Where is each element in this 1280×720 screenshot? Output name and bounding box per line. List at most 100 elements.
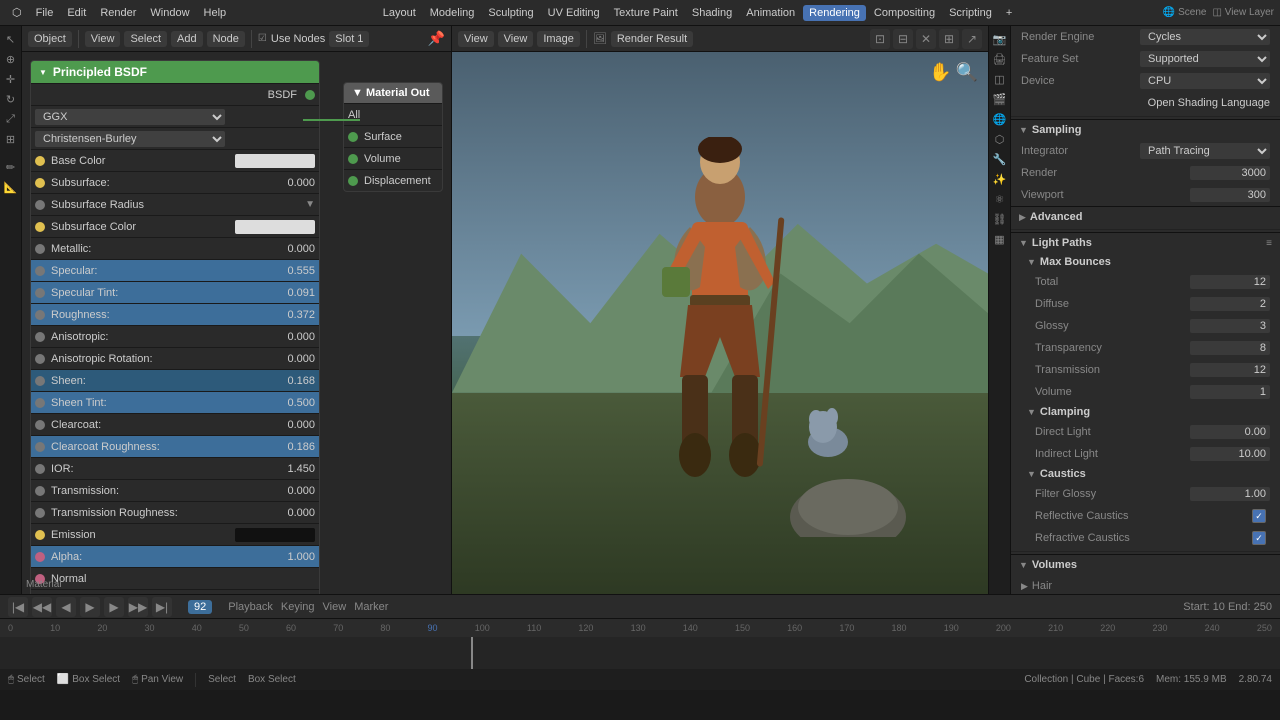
checkbox-use-nodes[interactable]: ☑ xyxy=(258,33,267,44)
select-btn[interactable]: Select xyxy=(124,31,167,47)
frame-start[interactable]: 10 xyxy=(1213,601,1225,613)
tab-shading[interactable]: Shading xyxy=(686,5,738,21)
scene-icon[interactable]: 🎬 xyxy=(991,90,1009,108)
diffuse-input[interactable] xyxy=(1190,297,1270,311)
tool-transform[interactable]: ⊞ xyxy=(2,130,20,148)
menu-edit[interactable]: Edit xyxy=(61,5,92,21)
direct-light-input[interactable] xyxy=(1190,425,1270,439)
slot-btn[interactable]: Slot 1 xyxy=(329,31,369,47)
tab-rendering[interactable]: Rendering xyxy=(803,5,866,21)
tab-add[interactable]: + xyxy=(1000,5,1018,21)
timeline-prev-frame[interactable]: ◀ xyxy=(56,597,76,617)
reflective-caustics-checkbox[interactable]: ✓ xyxy=(1252,509,1266,523)
max-bounces-header[interactable]: ▼ Max Bounces xyxy=(1011,253,1280,271)
viewport-view2[interactable]: View xyxy=(498,31,534,47)
indirect-light-input[interactable] xyxy=(1190,447,1270,461)
viewport-btn2[interactable]: ⊟ xyxy=(893,29,913,49)
object-icon[interactable]: ⬡ xyxy=(991,130,1009,148)
material-output-node[interactable]: ▼ Material Out All Surface Volume Displa… xyxy=(343,82,443,192)
physics-icon[interactable]: ⚛ xyxy=(991,190,1009,208)
tool-move[interactable]: ✛ xyxy=(2,70,20,88)
alpha-value[interactable]: 1.000 xyxy=(265,551,315,563)
tab-modeling[interactable]: Modeling xyxy=(424,5,481,21)
specular-value[interactable]: 0.555 xyxy=(265,265,315,277)
timeline-play[interactable]: ▶ xyxy=(80,597,100,617)
pin-icon[interactable]: 📌 xyxy=(428,30,445,47)
tab-scripting[interactable]: Scripting xyxy=(943,5,998,21)
keying-label[interactable]: Keying xyxy=(281,601,315,613)
tool-rotate[interactable]: ↻ xyxy=(2,90,20,108)
timeline-prev-key[interactable]: ◀◀ xyxy=(32,597,52,617)
current-frame[interactable]: 92 xyxy=(188,600,212,614)
object-dropdown[interactable]: Object xyxy=(28,31,72,47)
principled-bsdf-node[interactable]: ▼ Principled BSDF BSDF GGX Chri xyxy=(30,60,320,594)
timeline-track-area[interactable]: 0 10 20 30 40 50 60 70 80 90 100 110 120… xyxy=(0,618,1280,668)
subsurface-value[interactable]: 0.000 xyxy=(265,177,315,189)
render-samples-input[interactable]: 3000 xyxy=(1190,166,1270,180)
roughness-value[interactable]: 0.372 xyxy=(265,309,315,321)
blender-icon[interactable]: ⬡ xyxy=(6,4,28,21)
distribution-dropdown[interactable]: GGX xyxy=(35,109,225,125)
subsurface-color-swatch[interactable] xyxy=(235,220,315,234)
viewport-3d[interactable]: View View Image 🖼 Render Result ⊡ ⊟ ✕ ⊞ … xyxy=(452,26,988,594)
node-btn[interactable]: Node xyxy=(207,31,245,47)
advanced-header[interactable]: ▶ Advanced xyxy=(1011,206,1280,227)
volumes-header[interactable]: ▼ Volumes xyxy=(1011,554,1280,575)
anisotropic-value[interactable]: 0.000 xyxy=(265,331,315,343)
total-input[interactable] xyxy=(1190,275,1270,289)
subsurface-method-dropdown[interactable]: Christensen-Burley xyxy=(35,131,225,147)
light-paths-header[interactable]: ▼ Light Paths ≡ xyxy=(1011,232,1280,253)
viewport-btn3[interactable]: ✕ xyxy=(916,29,936,49)
zoom-icon[interactable]: 🔍 xyxy=(956,62,978,83)
refractive-caustics-checkbox[interactable]: ✓ xyxy=(1252,531,1266,545)
constraints-icon[interactable]: ⛓ xyxy=(991,210,1009,228)
anisotropic-rotation-value[interactable]: 0.000 xyxy=(265,353,315,365)
timeline-jump-start[interactable]: |◀ xyxy=(8,597,28,617)
playback-label[interactable]: Playback xyxy=(228,601,273,613)
transparency-input[interactable] xyxy=(1190,341,1270,355)
hand-icon[interactable]: ✋ xyxy=(929,62,951,83)
caustics-header[interactable]: ▼ Caustics xyxy=(1011,465,1280,483)
metallic-value[interactable]: 0.000 xyxy=(265,243,315,255)
transmission-value[interactable]: 0.000 xyxy=(265,485,315,497)
device-dropdown[interactable]: CPU xyxy=(1140,73,1270,89)
viewport-btn5[interactable]: ↗ xyxy=(962,29,982,49)
particles-icon[interactable]: ✨ xyxy=(991,170,1009,188)
feature-set-dropdown[interactable]: Supported xyxy=(1140,51,1270,67)
timeline-next-frame[interactable]: ▶ xyxy=(104,597,124,617)
tool-cursor[interactable]: ⊕ xyxy=(2,50,20,68)
timeline-next-key[interactable]: ▶▶ xyxy=(128,597,148,617)
viewport-image[interactable]: Image xyxy=(537,31,580,47)
base-color-swatch[interactable] xyxy=(235,154,315,168)
add-btn[interactable]: Add xyxy=(171,31,203,47)
view-layer-icon[interactable]: ◫ xyxy=(991,70,1009,88)
view-btn[interactable]: View xyxy=(85,31,121,47)
tab-layout[interactable]: Layout xyxy=(377,5,422,21)
frame-end[interactable]: 250 xyxy=(1254,601,1272,613)
tab-uv[interactable]: UV Editing xyxy=(542,5,606,21)
menu-file[interactable]: File xyxy=(30,5,60,21)
light-paths-extra-icon[interactable]: ≡ xyxy=(1266,238,1272,249)
volume-input[interactable] xyxy=(1190,385,1270,399)
render-icon[interactable]: 📷 xyxy=(991,30,1009,48)
tool-scale[interactable]: ⤢ xyxy=(2,110,20,128)
tool-select[interactable]: ↖ xyxy=(2,30,20,48)
sampling-header[interactable]: ▼ Sampling xyxy=(1011,119,1280,140)
render-engine-dropdown[interactable]: Cycles xyxy=(1140,29,1270,45)
ior-value[interactable]: 1.450 xyxy=(265,463,315,475)
integrator-dropdown[interactable]: Path Tracing xyxy=(1140,143,1270,159)
node-collapse-arrow[interactable]: ▼ xyxy=(39,68,47,77)
viewport-btn4[interactable]: ⊞ xyxy=(939,29,959,49)
tab-animation[interactable]: Animation xyxy=(740,5,801,21)
clamping-header[interactable]: ▼ Clamping xyxy=(1011,403,1280,421)
sheen-value[interactable]: 0.168 xyxy=(265,375,315,387)
menu-window[interactable]: Window xyxy=(144,5,195,21)
tool-annotate[interactable]: ✏ xyxy=(2,158,20,176)
tab-sculpting[interactable]: Sculpting xyxy=(482,5,539,21)
viewport-btn1[interactable]: ⊡ xyxy=(870,29,890,49)
filter-glossy-input[interactable] xyxy=(1190,487,1270,501)
modifier-icon[interactable]: 🔧 xyxy=(991,150,1009,168)
tab-compositing[interactable]: Compositing xyxy=(868,5,941,21)
glossy-input[interactable] xyxy=(1190,319,1270,333)
clearcoat-value[interactable]: 0.000 xyxy=(265,419,315,431)
